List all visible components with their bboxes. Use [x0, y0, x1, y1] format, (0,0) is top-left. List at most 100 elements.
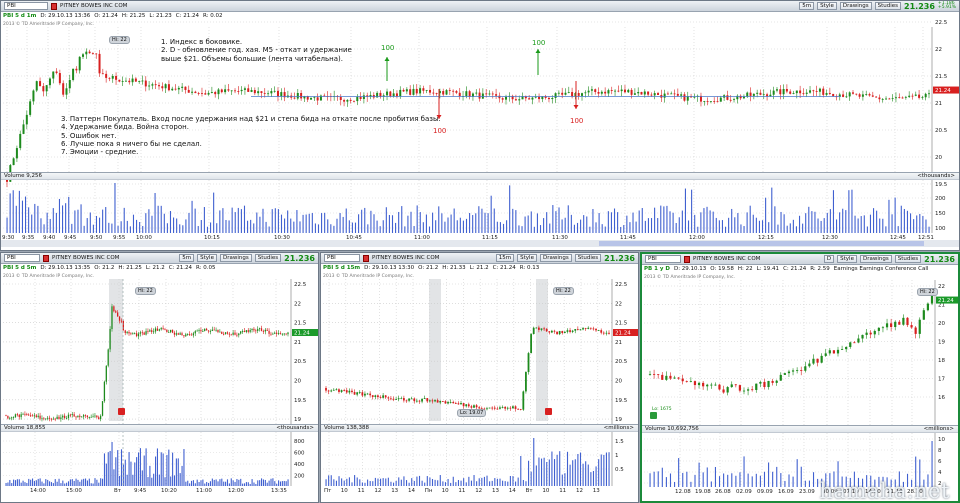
candle	[857, 338, 860, 343]
candle	[145, 331, 147, 335]
volume-bar	[111, 223, 113, 233]
volume-bar	[613, 208, 616, 233]
chart-canvas[interactable]: 22.5 22 21.5 21 20.5 20 19.5 19 14:00 15:00 Вт 9:45…	[1, 253, 319, 503]
volume-bar	[561, 474, 563, 486]
candle	[52, 418, 54, 420]
candle	[470, 406, 473, 408]
volume-bar	[71, 479, 73, 486]
candle	[922, 310, 925, 320]
volume-bar	[26, 482, 28, 486]
volume-bar	[476, 481, 478, 486]
candle	[808, 363, 811, 367]
volume-bar	[559, 451, 561, 486]
volume-bar	[268, 480, 270, 486]
volume-bar	[530, 471, 532, 486]
volume-bar	[69, 479, 71, 486]
volume-bar	[124, 459, 126, 486]
volume-bar	[922, 215, 924, 233]
candle	[103, 381, 106, 402]
candle	[264, 329, 266, 332]
candle	[247, 330, 249, 332]
candle	[697, 382, 701, 386]
volume-bar	[416, 205, 418, 233]
candle	[263, 92, 266, 94]
volume-bar	[185, 219, 187, 233]
arrow-up-2-head	[535, 49, 541, 53]
chart-canvas[interactable]: 22.52221.52120.52019.519Пт 10 11 12 13 14 Пн 10…	[321, 253, 639, 503]
volume-bar	[276, 483, 278, 486]
volume-bar	[102, 209, 104, 233]
x-tick-label: 11	[559, 488, 566, 494]
volume-bar	[117, 225, 119, 233]
candle	[257, 91, 260, 94]
candle	[366, 393, 369, 395]
volume-bar	[151, 215, 153, 233]
x-tick-label: 14	[408, 488, 415, 494]
volume-bar	[265, 221, 267, 233]
candle	[18, 414, 20, 418]
candle	[313, 97, 316, 99]
volume-bar	[718, 476, 721, 487]
earnings-marker	[650, 412, 657, 419]
candle	[111, 306, 113, 330]
candle	[551, 97, 554, 100]
candle	[5, 414, 7, 416]
volume-bar	[284, 218, 286, 233]
chart-canvas[interactable]: 2221201918171612.08 19.08 26.08 02.09 09.09 1…	[642, 254, 960, 503]
note-line: 6. Лучше пока я ничего бы не сделал.	[61, 139, 202, 148]
volume-bar	[109, 450, 111, 486]
candle	[181, 86, 184, 88]
candle	[128, 80, 131, 83]
x-tick-label: 12	[374, 488, 381, 494]
volume-bar	[913, 219, 915, 233]
candle	[455, 91, 458, 93]
volume-bar	[354, 222, 357, 233]
volume-bar	[487, 213, 489, 233]
chart-pane-daily: PBI PITNEY BOWES INC COM D Style Drawing…	[640, 252, 960, 503]
candle	[72, 68, 75, 80]
volume-bar	[916, 215, 918, 233]
candle	[734, 384, 737, 386]
volume-bar	[586, 216, 588, 233]
volume-tick-label: 4	[938, 470, 942, 476]
volume-bar	[367, 224, 369, 233]
volume-bar	[928, 226, 930, 233]
volume-bar	[351, 482, 353, 486]
volume-label: Volume	[4, 173, 25, 179]
candle	[392, 398, 395, 400]
volume-units: <thousands>	[917, 173, 955, 179]
volume-bar	[814, 211, 816, 233]
volume-bar	[354, 475, 356, 486]
volume-bar	[459, 217, 461, 233]
candle	[386, 91, 389, 96]
note-line: 7. Эмоции - средние.	[61, 148, 139, 157]
candle	[230, 90, 233, 92]
candle	[148, 85, 151, 87]
candle	[257, 329, 259, 331]
volume-bar	[681, 210, 683, 233]
volume-bar	[237, 207, 239, 233]
volume-header: Volume 138,388 <millions>	[321, 424, 638, 432]
volume-bar	[175, 458, 177, 486]
candle	[60, 417, 62, 419]
volume-bar	[6, 217, 8, 233]
y-tick-label: 20.5	[615, 359, 628, 365]
volume-bar	[811, 211, 813, 233]
candle	[486, 408, 488, 410]
volume-bar	[92, 224, 94, 233]
candle	[567, 92, 570, 93]
volume-bar	[71, 223, 73, 233]
candle	[174, 88, 177, 90]
candle	[881, 327, 885, 329]
candle	[15, 148, 18, 159]
volume-bar	[185, 481, 187, 486]
candle	[763, 381, 766, 388]
volume-bar	[173, 217, 175, 233]
candle	[204, 328, 206, 332]
candle	[55, 71, 58, 74]
volume-bar	[191, 200, 193, 233]
x-tick-label: 13:35	[271, 488, 287, 494]
candle	[377, 395, 379, 398]
candle	[409, 89, 412, 95]
candle	[791, 370, 795, 372]
